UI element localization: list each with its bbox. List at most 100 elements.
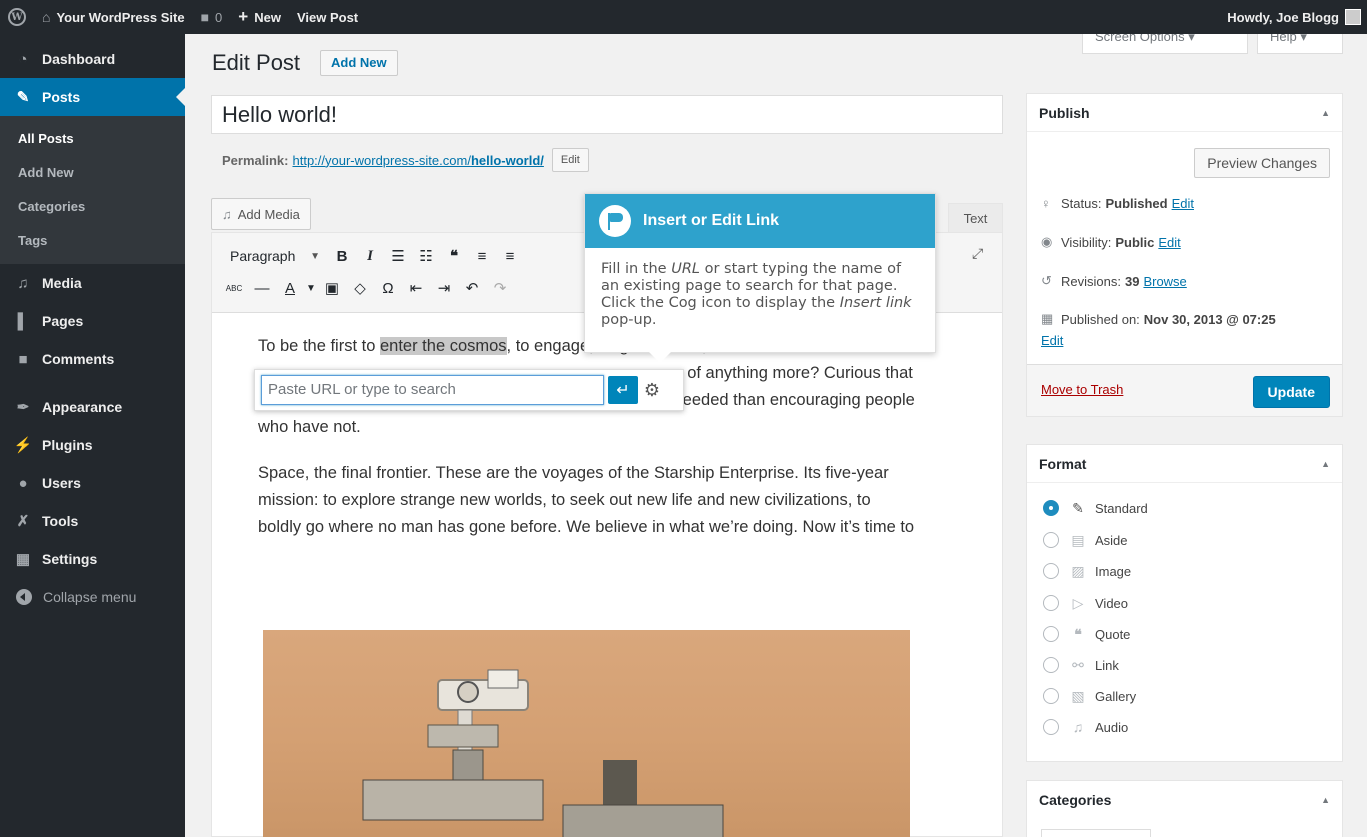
dashboard-icon: ◔	[18, 50, 28, 68]
quote-icon: ❝	[1074, 625, 1082, 642]
account-menu[interactable]: Howdy, Joe Blogg	[1227, 0, 1361, 34]
redo-icon[interactable]: ↷	[486, 274, 514, 302]
radio[interactable]	[1043, 563, 1059, 579]
italic-icon[interactable]: I	[356, 242, 384, 270]
format-option-gallery[interactable]: ▧ Gallery	[1043, 686, 1136, 706]
collapse-menu-button[interactable]: Collapse menu	[0, 578, 185, 616]
publish-actions: Move to Trash Update	[1027, 364, 1342, 416]
format-option-audio[interactable]: ♫ Audio	[1043, 717, 1128, 737]
format-option-video[interactable]: ▷ Video	[1043, 593, 1128, 613]
update-button[interactable]: Update	[1252, 376, 1330, 408]
categories-tab[interactable]	[1041, 829, 1151, 837]
audio-icon: ♫	[1072, 719, 1084, 735]
revisions-row: ↺ Revisions: 39 Browse	[1041, 273, 1187, 289]
horizontal-line-icon[interactable]: —	[248, 274, 276, 302]
align-left-icon[interactable]: ≡	[468, 242, 496, 270]
permalink-edit-button[interactable]: Edit	[551, 148, 589, 172]
submenu-categories[interactable]: Categories	[0, 190, 185, 224]
comment-bubble-icon: ■	[200, 9, 210, 25]
blockquote-icon[interactable]: ❝	[440, 242, 468, 270]
clear-formatting-icon[interactable]: ◇	[346, 274, 374, 302]
revisions-browse-link[interactable]: Browse	[1143, 274, 1186, 289]
radio-selected[interactable]	[1043, 500, 1059, 516]
preview-changes-button[interactable]: Preview Changes	[1194, 148, 1330, 178]
paragraph-2: Space, the final frontier. These are the…	[258, 464, 915, 536]
post-title-input[interactable]: Hello world!	[211, 95, 1003, 134]
menu-settings[interactable]: ▦ Settings	[0, 540, 185, 578]
view-post-link[interactable]: View Post	[289, 0, 366, 34]
distraction-free-icon[interactable]: ⤢	[972, 245, 992, 265]
format-select[interactable]: Paragraph ▼	[220, 242, 328, 270]
menu-tools[interactable]: ✗ Tools	[0, 502, 185, 540]
help-tab[interactable]: Help ▾	[1257, 34, 1343, 54]
move-to-trash-link[interactable]: Move to Trash	[1041, 382, 1123, 397]
new-content-link[interactable]: + New	[230, 0, 289, 34]
media-icon: ♫	[222, 206, 232, 222]
admin-bar: W ⌂ Your WordPress Site ■ 0 + New View Post…	[0, 0, 1367, 34]
paintbrush-icon: ✒	[16, 399, 30, 416]
bold-icon[interactable]: B	[328, 242, 356, 270]
radio[interactable]	[1043, 532, 1059, 548]
comments-link[interactable]: ■ 0	[193, 0, 231, 34]
menu-comments[interactable]: ■ Comments	[0, 340, 185, 378]
radio[interactable]	[1043, 595, 1059, 611]
format-option-aside[interactable]: ▤ Aside	[1043, 530, 1128, 550]
chevron-down-icon[interactable]: ▼	[304, 274, 318, 302]
cog-icon[interactable]: ⚙	[638, 376, 666, 404]
video-icon: ▷	[1072, 594, 1084, 611]
submenu-tags[interactable]: Tags	[0, 224, 185, 258]
menu-appearance[interactable]: ✒ Appearance	[0, 388, 185, 426]
media-icon: ♫	[17, 274, 29, 292]
permalink-link[interactable]: http://your-wordpress-site.com/hello-wor…	[292, 153, 543, 168]
strikethrough-icon[interactable]: ABC	[220, 274, 248, 302]
paste-as-text-icon[interactable]: ▣	[318, 274, 346, 302]
published-on-edit-link[interactable]: Edit	[1041, 333, 1063, 348]
posts-submenu: All Posts Add New Categories Tags	[0, 116, 185, 264]
format-box-header[interactable]: Format ▲	[1027, 445, 1342, 483]
numbered-list-icon[interactable]: ☷	[412, 242, 440, 270]
undo-icon[interactable]: ↶	[458, 274, 486, 302]
format-box: Format ▲ ✎ Standard ▤ Aside ▨ Image ▷ Video ❝…	[1026, 444, 1343, 762]
align-center-icon[interactable]: ≡	[496, 242, 524, 270]
format-option-standard[interactable]: ✎ Standard	[1043, 498, 1148, 518]
menu-posts[interactable]: ✎ Posts	[0, 78, 185, 116]
radio[interactable]	[1043, 657, 1059, 673]
enter-arrow-icon: ↵	[616, 382, 630, 399]
site-name-link[interactable]: ⌂ Your WordPress Site	[34, 0, 193, 34]
menu-pages[interactable]: ▌ Pages	[0, 302, 185, 340]
menu-users[interactable]: ● Users	[0, 464, 185, 502]
wordpress-logo-icon[interactable]: W	[0, 0, 34, 34]
outdent-icon[interactable]: ⇤	[402, 274, 430, 302]
menu-dashboard[interactable]: ◔ Dashboard	[0, 40, 185, 78]
collapse-arrow-icon	[16, 589, 32, 605]
add-new-button[interactable]: Add New	[320, 50, 398, 76]
url-search-input[interactable]: Paste URL or type to search	[261, 375, 604, 405]
add-media-button[interactable]: ♫ Add Media	[211, 198, 311, 230]
submenu-add-new[interactable]: Add New	[0, 156, 185, 190]
indent-icon[interactable]: ⇥	[430, 274, 458, 302]
submenu-all-posts[interactable]: All Posts	[0, 122, 185, 156]
inline-link-popup: Paste URL or type to search ↵ ⚙	[254, 369, 684, 411]
rover-image[interactable]	[263, 630, 910, 837]
format-option-quote[interactable]: ❝ Quote	[1043, 624, 1130, 644]
radio[interactable]	[1043, 626, 1059, 642]
status-edit-link[interactable]: Edit	[1172, 196, 1194, 211]
radio[interactable]	[1043, 719, 1059, 735]
text-color-icon[interactable]: A	[276, 274, 304, 302]
format-option-image[interactable]: ▨ Image	[1043, 561, 1131, 581]
categories-box-header[interactable]: Categories ▲	[1027, 781, 1342, 819]
menu-plugins[interactable]: ⚡ Plugins	[0, 426, 185, 464]
format-option-link[interactable]: ⚯ Link	[1043, 655, 1119, 675]
post-content[interactable]: To be the first to enter the cosmos, to …	[258, 333, 918, 560]
screen-options-tab[interactable]: Screen Options ▾	[1082, 34, 1248, 54]
special-character-icon[interactable]: Ω	[374, 274, 402, 302]
tab-text[interactable]: Text	[948, 203, 1003, 233]
eye-icon: ◉	[1041, 234, 1053, 249]
visibility-edit-link[interactable]: Edit	[1158, 235, 1180, 250]
apply-link-button[interactable]: ↵	[608, 376, 638, 404]
menu-media[interactable]: ♫ Media	[0, 264, 185, 302]
publish-box-header[interactable]: Publish ▲	[1027, 94, 1342, 132]
bulleted-list-icon[interactable]: ☰	[384, 242, 412, 270]
radio[interactable]	[1043, 688, 1059, 704]
pointer-body: Fill in the URL or start typing the name…	[601, 261, 912, 328]
